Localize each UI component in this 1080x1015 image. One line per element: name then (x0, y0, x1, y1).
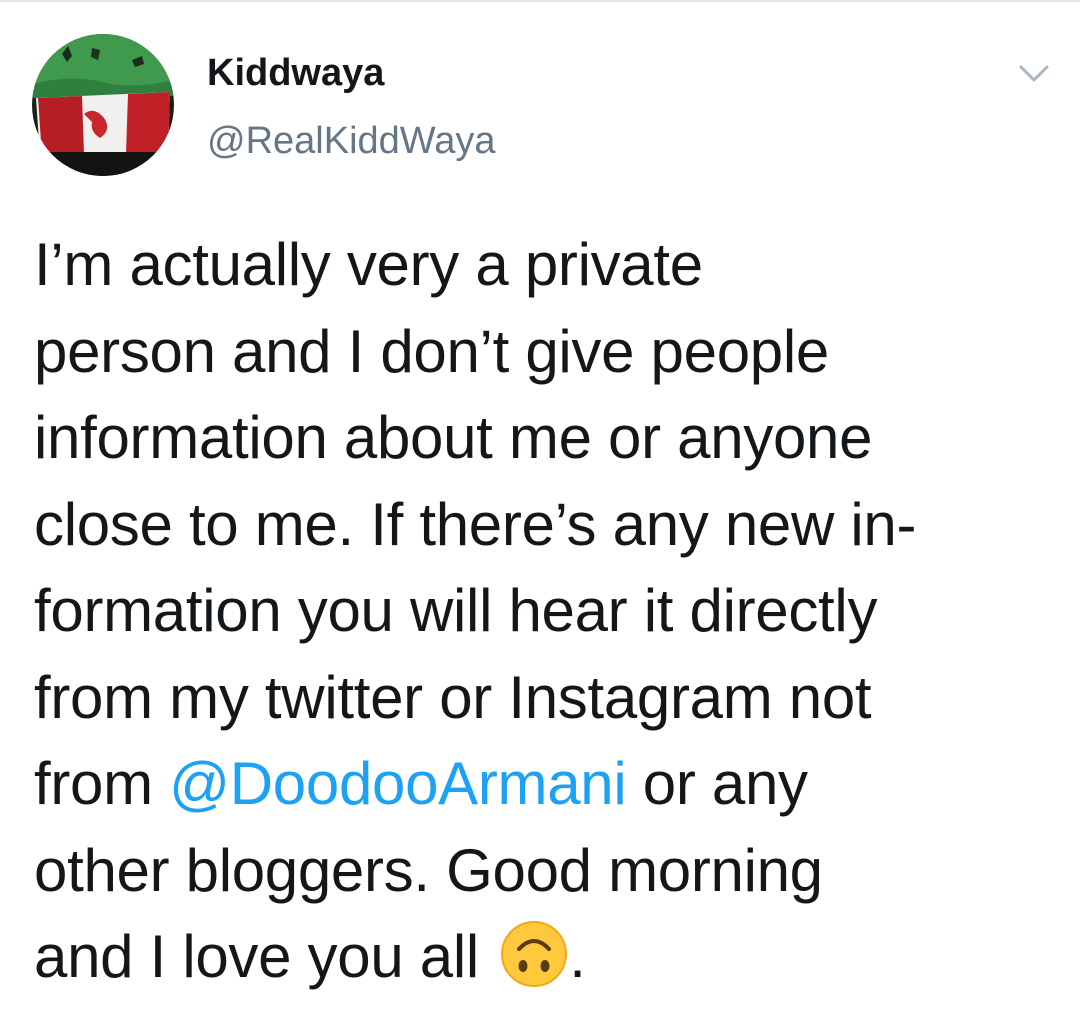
tweet-line: information about me or anyone (34, 404, 873, 471)
avatar-image (32, 34, 174, 176)
tweet-text-segment: or any (626, 750, 808, 817)
tweet-line: other bloggers. Good morning (34, 836, 823, 904)
mention-link[interactable]: @DoodooArmani (169, 750, 627, 817)
tweet-line: and I love you all . (34, 914, 1064, 1001)
tweet-line: from @DoodooArmani or any (34, 741, 1064, 828)
avatar[interactable] (32, 34, 174, 176)
tweet-text-segment: . (569, 923, 586, 990)
upside-down-face-emoji-icon (499, 919, 569, 989)
author-handle[interactable]: @RealKiddWaya (207, 118, 496, 164)
tweet-line: from my twitter or Instagram not (34, 663, 872, 731)
tweet-line: I’m actually very a private (34, 231, 703, 298)
tweet-text: I’m actually very a private person and I… (34, 222, 1064, 1001)
chevron-down-icon[interactable] (1014, 54, 1054, 94)
top-divider (0, 0, 1080, 2)
author-display-name[interactable]: Kiddwaya (207, 50, 384, 96)
tweet-line: close to me. If there’s any new in- (34, 490, 917, 558)
tweet-line: person and I don’t give people (34, 317, 829, 385)
tweet-text-segment: and I love you all (34, 923, 496, 990)
tweet-line: formation you will hear it directly (34, 577, 878, 644)
tweet-text-segment: from (34, 750, 170, 817)
